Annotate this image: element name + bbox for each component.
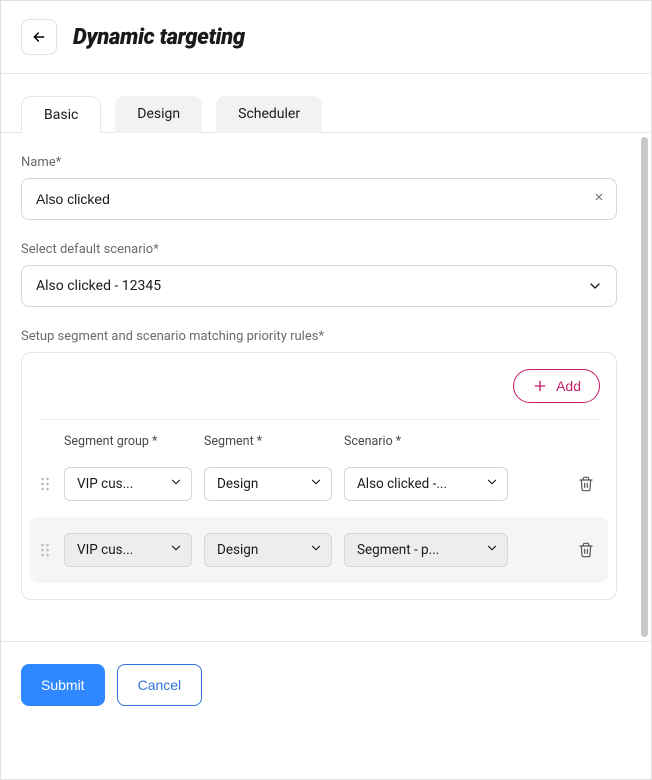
tab-basic[interactable]: Basic bbox=[21, 96, 101, 133]
segment-group-select[interactable]: VIP cus... bbox=[64, 467, 192, 501]
scenario-select[interactable]: Also clicked -... bbox=[344, 467, 508, 501]
col-scenario: Scenario * bbox=[344, 434, 508, 449]
segment-select[interactable]: Design bbox=[204, 533, 332, 567]
back-button[interactable] bbox=[21, 19, 57, 55]
rule-row: VIP cus... Design Segment - p... bbox=[30, 517, 608, 583]
x-icon bbox=[593, 191, 605, 203]
segment-group-select[interactable]: VIP cus... bbox=[64, 533, 192, 567]
chevron-down-icon bbox=[485, 475, 499, 493]
segment-select[interactable]: Design bbox=[204, 467, 332, 501]
rule-row: VIP cus... Design Also clicked -... bbox=[38, 459, 600, 509]
tab-design[interactable]: Design bbox=[115, 96, 202, 133]
drag-icon bbox=[40, 543, 50, 557]
plus-icon bbox=[532, 378, 548, 394]
add-rule-button[interactable]: Add bbox=[513, 369, 600, 403]
name-input[interactable] bbox=[21, 178, 617, 220]
scrollbar[interactable] bbox=[637, 133, 651, 641]
page-title: Dynamic targeting bbox=[73, 25, 245, 50]
drag-handle[interactable] bbox=[38, 477, 52, 491]
add-label: Add bbox=[556, 378, 581, 394]
chevron-down-icon bbox=[485, 541, 499, 559]
trash-icon bbox=[578, 476, 594, 492]
scrollbar-thumb[interactable] bbox=[641, 137, 648, 637]
default-scenario-select[interactable]: Also clicked - 12345 bbox=[21, 265, 617, 307]
scenario-select[interactable]: Segment - p... bbox=[344, 533, 508, 567]
name-label: Name* bbox=[21, 155, 617, 170]
submit-button[interactable]: Submit bbox=[21, 664, 105, 706]
tab-scheduler[interactable]: Scheduler bbox=[216, 96, 322, 133]
default-scenario-value: Also clicked - 12345 bbox=[21, 265, 617, 307]
cancel-button[interactable]: Cancel bbox=[117, 664, 203, 706]
col-segment-group: Segment group * bbox=[64, 434, 192, 449]
drag-handle[interactable] bbox=[38, 543, 52, 557]
rules-label: Setup segment and scenario matching prio… bbox=[21, 329, 617, 344]
col-segment: Segment * bbox=[204, 434, 332, 449]
clear-name-button[interactable] bbox=[593, 191, 605, 207]
scenario-label: Select default scenario* bbox=[21, 242, 617, 257]
chevron-down-icon bbox=[169, 541, 183, 559]
chevron-down-icon bbox=[169, 475, 183, 493]
trash-icon bbox=[578, 542, 594, 558]
chevron-down-icon bbox=[309, 541, 323, 559]
delete-rule-button[interactable] bbox=[572, 476, 600, 492]
rules-box: Add Segment group * Segment * Scenario *… bbox=[21, 352, 617, 600]
tabs: Basic Design Scheduler bbox=[1, 96, 651, 133]
drag-icon bbox=[40, 477, 50, 491]
arrow-left-icon bbox=[31, 29, 47, 45]
delete-rule-button[interactable] bbox=[572, 542, 600, 558]
content-panel: Name* Select default scenario* Also clic… bbox=[1, 133, 637, 641]
chevron-down-icon bbox=[309, 475, 323, 493]
